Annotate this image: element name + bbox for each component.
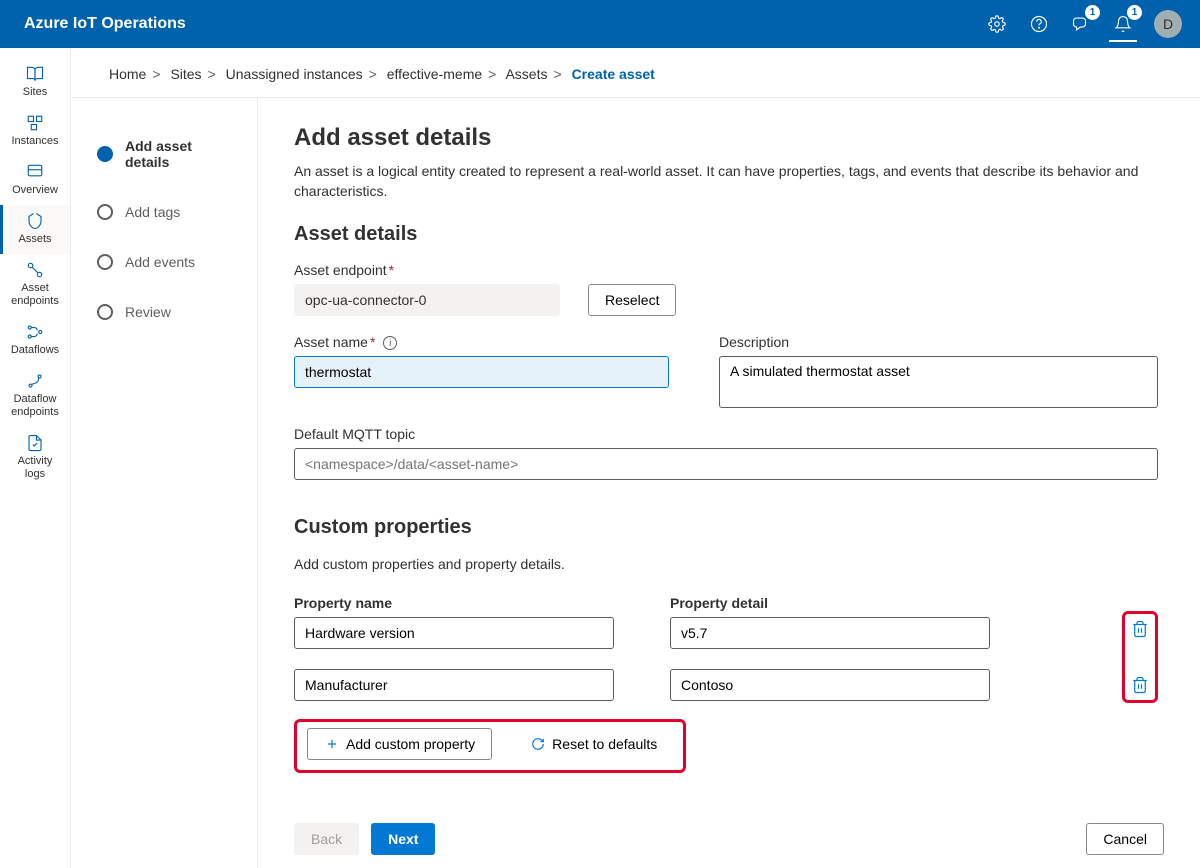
feedback-icon[interactable]: 1 [1064, 7, 1098, 41]
breadcrumb-sites[interactable]: Sites [170, 66, 201, 82]
property-name-input[interactable] [294, 617, 614, 649]
info-icon[interactable]: i [383, 336, 397, 350]
property-detail-input[interactable] [670, 669, 990, 701]
reset-to-defaults-button[interactable]: Reset to defaults [514, 728, 673, 760]
step-add-tags[interactable]: Add tags [97, 204, 239, 220]
notifications-icon[interactable]: 1 [1106, 7, 1140, 41]
sidebar-item-overview[interactable]: Overview [0, 156, 70, 205]
back-button: Back [294, 823, 359, 855]
dataflows-icon [25, 322, 45, 342]
highlight-delete-buttons [1122, 611, 1158, 703]
sidebar-label: Sites [19, 86, 51, 99]
topbar: Azure IoT Operations 1 1 D [0, 0, 1200, 48]
sites-icon [25, 64, 45, 84]
sidebar-label: Asset endpoints [2, 282, 68, 308]
wizard-footer: Back Next Cancel [258, 810, 1200, 868]
breadcrumb-assets[interactable]: Assets [505, 66, 547, 82]
avatar[interactable]: D [1154, 10, 1182, 38]
plus-icon [324, 736, 340, 752]
section-custom-properties: Custom properties [294, 516, 1158, 539]
breadcrumb-home[interactable]: Home [109, 66, 146, 82]
sidebar-label: Dataflows [7, 344, 63, 357]
sidebar-item-instances[interactable]: Instances [0, 107, 70, 156]
sidebar-item-dataflows[interactable]: Dataflows [0, 316, 70, 365]
step-add-events[interactable]: Add events [97, 254, 239, 270]
sidebar: Sites Instances Overview Assets Asset en… [0, 48, 71, 868]
breadcrumb-current: Create asset [572, 66, 655, 82]
property-name-header: Property name [294, 595, 614, 611]
breadcrumb-unassigned[interactable]: Unassigned instances [226, 66, 363, 82]
wizard-steps: Add asset details Add tags Add events Re… [71, 98, 258, 868]
step-add-asset-details[interactable]: Add asset details [97, 138, 239, 170]
asset-endpoints-icon [25, 260, 45, 280]
breadcrumb-effective-meme[interactable]: effective-meme [387, 66, 482, 82]
overview-icon [25, 162, 45, 182]
reselect-button[interactable]: Reselect [588, 284, 676, 316]
settings-icon[interactable] [980, 7, 1014, 41]
notifications-badge: 1 [1127, 5, 1142, 20]
sidebar-label: Dataflow endpoints [2, 393, 68, 419]
delete-property-button[interactable] [1131, 620, 1149, 638]
instances-icon [25, 113, 45, 133]
sidebar-item-sites[interactable]: Sites [0, 58, 70, 107]
section-asset-details: Asset details [294, 223, 1158, 246]
description-input[interactable]: A simulated thermostat asset [719, 356, 1158, 408]
property-name-input[interactable] [294, 669, 614, 701]
help-icon[interactable] [1022, 7, 1056, 41]
asset-endpoint-input [294, 284, 560, 316]
asset-endpoint-label: Asset endpoint* [294, 262, 1158, 278]
asset-name-input[interactable] [294, 356, 669, 388]
dataflow-endpoints-icon [25, 371, 45, 391]
feedback-badge: 1 [1085, 5, 1100, 20]
property-detail-input[interactable] [670, 617, 990, 649]
cancel-button[interactable]: Cancel [1086, 823, 1164, 855]
step-review[interactable]: Review [97, 304, 239, 320]
sidebar-item-activity-logs[interactable]: Activity logs [0, 427, 70, 489]
description-label: Description [719, 334, 1158, 350]
property-detail-header: Property detail [670, 595, 990, 611]
sidebar-item-asset-endpoints[interactable]: Asset endpoints [0, 254, 70, 316]
sidebar-label: Activity logs [2, 455, 68, 481]
app-title: Azure IoT Operations [24, 15, 186, 33]
page-title: Add asset details [294, 124, 1158, 152]
highlight-action-buttons: Add custom property Reset to defaults [294, 719, 686, 773]
sidebar-item-dataflow-endpoints[interactable]: Dataflow endpoints [0, 365, 70, 427]
next-button[interactable]: Next [371, 823, 435, 855]
activity-logs-icon [25, 433, 45, 453]
sidebar-label: Overview [8, 184, 62, 197]
asset-name-label: Asset name* i [294, 334, 669, 350]
refresh-icon [530, 736, 546, 752]
section-custom-properties-desc: Add custom properties and property detai… [294, 555, 1158, 575]
mqtt-topic-input[interactable] [294, 448, 1158, 480]
mqtt-topic-label: Default MQTT topic [294, 426, 1158, 442]
assets-icon [25, 211, 45, 231]
add-custom-property-button[interactable]: Add custom property [307, 728, 492, 760]
sidebar-label: Assets [14, 233, 55, 246]
page-desc: An asset is a logical entity created to … [294, 162, 1158, 201]
breadcrumb: Home> Sites> Unassigned instances> effec… [71, 48, 1200, 98]
delete-property-button[interactable] [1131, 676, 1149, 694]
sidebar-label: Instances [7, 135, 62, 148]
sidebar-item-assets[interactable]: Assets [0, 205, 70, 254]
